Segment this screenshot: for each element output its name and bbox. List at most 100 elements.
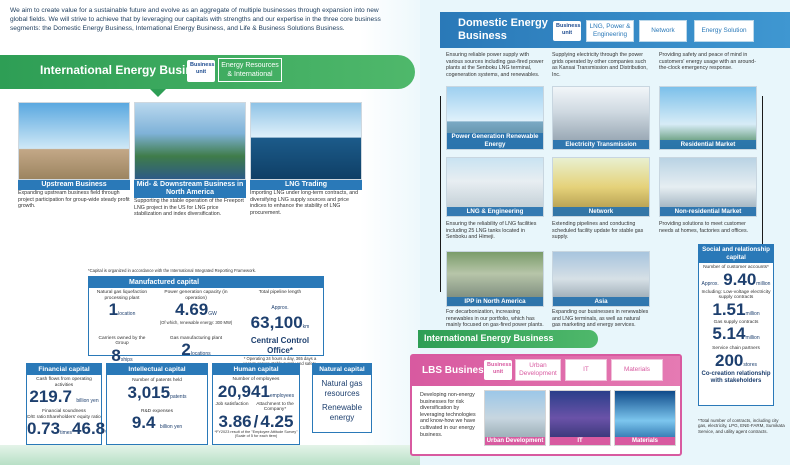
power-capacity-note: (Of which, renewable energy: 300 MW) (159, 320, 233, 326)
lng-carrier-photo (251, 103, 361, 179)
segment-lng-power: LNG, Power & Engineering (586, 20, 634, 42)
gas-plant-value: 2 (181, 340, 191, 360)
electricity-transmission-caption: Electricity Transmission (553, 140, 649, 149)
asia-desc: Expanding our businesses in renewables a… (552, 309, 649, 329)
de-ratio-unit: times (60, 430, 73, 437)
asia-tile: Asia (552, 251, 650, 307)
power-capacity-unit: GW (208, 311, 217, 318)
accounts-prefix: Approx. (701, 280, 719, 287)
non-residential-caption: Non-residential Market (660, 207, 756, 216)
pipeline-value: 63,100 (250, 312, 303, 332)
business-unit-badge: Business unit (187, 60, 215, 82)
equity-ratio-value: 46.8 (72, 419, 106, 439)
asia-caption: Asia (553, 297, 649, 306)
natural-capital-box: Natural capital Natural gas resources Re… (312, 363, 372, 433)
accounts-value: 9.40 (723, 269, 757, 289)
pipeline-unit: km (302, 323, 310, 330)
segment-materials: Materials (611, 359, 663, 381)
manufactured-capital-title: Manufactured capital (89, 277, 323, 288)
intro-text: We aim to create value for a sustainable… (10, 7, 381, 32)
midstream-desc: Supporting the stable operation of the F… (134, 198, 244, 218)
low-voltage-value: 1.51 (712, 299, 746, 319)
electricity-transmission-tile: Electricity Transmission (552, 86, 650, 150)
upstream-tile: Upstream Business Expanding upstream bus… (18, 102, 130, 217)
drilling-rig-photo (19, 103, 129, 179)
residential-desc: Providing safety and peace of mind in cu… (659, 52, 756, 72)
power-generation-tile: Power Generation Renewable Energy (446, 86, 544, 150)
gas-plant-label: Gas manufacturing plant (169, 335, 223, 341)
employees-unit: employees (269, 392, 295, 399)
upstream-caption: Upstream Business (18, 180, 130, 190)
employees-value: 20,941 (217, 381, 270, 401)
transmission-desc: Supplying electricity through the power … (552, 52, 648, 78)
ipp-caption: IPP in North America (447, 297, 543, 306)
lng-trading-tile: LNG Trading Importing LNG under long-ter… (250, 102, 362, 217)
ipp-north-america-tile: IPP in North America (446, 251, 544, 307)
non-residential-desc: Providing solutions to meet customer nee… (659, 221, 749, 234)
network-caption: Network (553, 207, 649, 216)
urban-development-tile: Urban Development (484, 390, 546, 446)
freeport-lng-photo (135, 103, 245, 179)
human-capital-box: Human capital Number of employees 20,941… (212, 363, 300, 445)
segment-energy-resources: Energy Resources & International (218, 58, 282, 82)
co-creation-text: Co-creation relationship with stakeholde… (701, 370, 771, 384)
ground-strip (0, 445, 420, 465)
materials-caption: Materials (615, 437, 675, 445)
materials-tile: Materials (614, 390, 676, 446)
carriers-label: Carriers owned by the Group (98, 335, 146, 347)
midstream-tile: Mid- & Downstream Business in North Amer… (134, 102, 246, 217)
intellectual-capital-title: Intellectual capital (107, 364, 207, 375)
segment-network: Network (639, 20, 687, 42)
pipeline-label: Total pipeline length (258, 290, 302, 295)
liquefaction-unit: location (118, 311, 136, 318)
segment-urban-development: Urban Development (515, 359, 561, 381)
domestic-business-unit-badge: Business unit (553, 21, 581, 41)
liquefaction-value: 1 (108, 300, 119, 320)
accounts-unit: million (756, 280, 771, 287)
lng-trading-desc: Importing LNG under long-term contracts,… (250, 190, 359, 216)
ipp-desc: For decarbonization, increasing renewabl… (446, 309, 544, 329)
liquefaction-label: Natural gas liquefaction processing plan… (96, 290, 148, 301)
service-chain-unit: stores (743, 361, 757, 368)
patents-value: 3,015 (127, 382, 171, 402)
social-capital-box: Social and relationship capital Number o… (698, 244, 774, 406)
lng-engineering-caption: LNG & Engineering (447, 207, 543, 216)
rd-value: 9.4 (131, 413, 156, 433)
pipeline-prefix: Approx. (271, 304, 289, 311)
lng-engineering-desc: Ensuring the reliability of LNG faciliti… (446, 221, 537, 241)
attachment-value: 4.25 (260, 411, 294, 431)
financial-capital-box: Financial capital Cash flows from operat… (26, 363, 110, 445)
human-note: *FY2023 result of the "Employee Attitude… (214, 429, 298, 439)
lbs-desc: Developing non-energy businesses for ris… (420, 392, 476, 438)
natural-capital-title: Natural capital (313, 364, 371, 375)
social-capital-title: Social and relationship capital (699, 245, 773, 263)
lng-engineering-tile: LNG & Engineering (446, 157, 544, 217)
residential-market-tile: Residential Market (659, 86, 757, 150)
residential-market-caption: Residential Market (660, 140, 756, 149)
domestic-energy-title: Domestic Energy Business (458, 17, 548, 42)
power-capacity-value: 4.69 (175, 300, 209, 320)
cash-flow-unit: billion yen (76, 398, 99, 405)
job-satisfaction-value: 3.86 (218, 411, 252, 431)
it-tile: IT (549, 390, 611, 446)
intellectual-capital-box: Intellectual capital Number of patents h… (106, 363, 208, 445)
connector-line-right (762, 96, 763, 244)
footnote: *Total number of contracts, including ci… (698, 418, 785, 434)
power-desc: Ensuring reliable power supply with vari… (446, 52, 544, 78)
midstream-caption: Mid- & Downstream Business in North Amer… (134, 180, 246, 198)
gas-contracts-value: 5.14 (712, 324, 746, 344)
carriers-unit: ships (120, 356, 133, 363)
de-ratio-value: 0.73 (27, 419, 61, 439)
capital-note: *Capital is organized in accordance with… (88, 268, 257, 273)
urban-development-caption: Urban Development (485, 437, 545, 445)
human-capital-title: Human capital (213, 364, 299, 375)
non-residential-tile: Non-residential Market (659, 157, 757, 217)
upstream-desc: Expanding upstream business field throug… (18, 190, 130, 210)
gas-plant-unit: locations (190, 351, 211, 358)
patents-unit: patents (170, 393, 187, 400)
control-office-label: Central Control Office* (250, 335, 310, 355)
service-chain-value: 200 (715, 350, 744, 370)
segment-it: IT (565, 359, 607, 381)
carriers-value: 8 (111, 345, 121, 365)
lbs-title: LBS Business (422, 365, 490, 376)
